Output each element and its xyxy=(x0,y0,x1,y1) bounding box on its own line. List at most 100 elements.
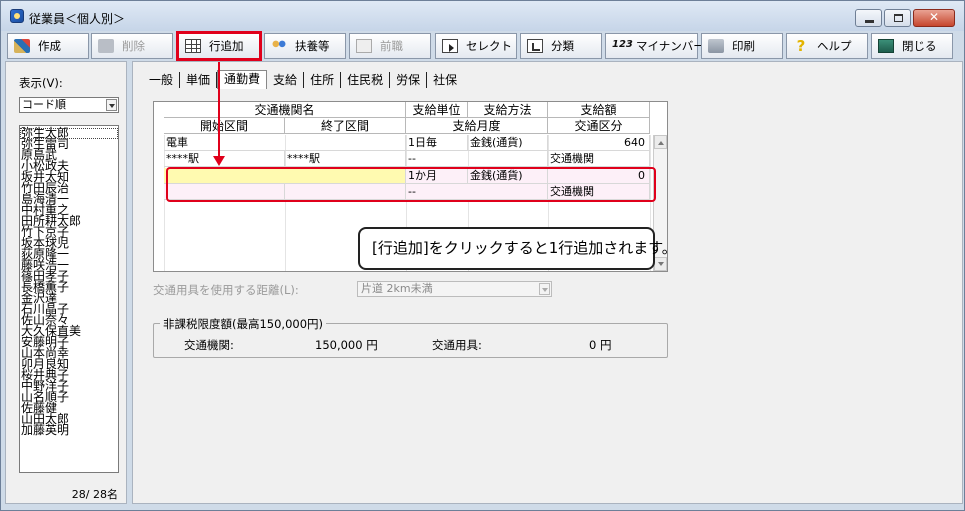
employee-list-panel: 表示(V): コード順 弥生太郎 弥生雷司 原島武 小松政夫 坂井太知 竹田辰治… xyxy=(5,61,127,504)
cell-end-section[interactable]: ****駅 xyxy=(285,151,406,167)
cell-end-section[interactable] xyxy=(285,184,406,200)
print-label: 印刷 xyxy=(732,39,755,53)
tab-commute[interactable]: 通勤費 xyxy=(217,70,268,89)
header-pay-amount: 支給額 xyxy=(548,102,650,118)
select-icon xyxy=(442,39,458,53)
trash-icon xyxy=(98,39,114,53)
table-icon xyxy=(185,39,201,53)
employee-count: 28/ 28名 xyxy=(71,488,118,501)
sort-order-value: コード順 xyxy=(22,98,66,111)
exit-icon xyxy=(878,39,894,53)
sort-order-select[interactable]: コード順 xyxy=(19,97,119,113)
branch-button[interactable]: 分類 xyxy=(520,33,602,59)
cell-pay-month[interactable]: -- xyxy=(406,184,548,200)
select-button[interactable]: セレクト xyxy=(435,33,517,59)
vehicle-value: 0 円 xyxy=(589,338,612,352)
chevron-down-icon[interactable] xyxy=(106,99,117,111)
arrow-line xyxy=(218,62,220,157)
create-button[interactable]: 作成 xyxy=(7,33,89,59)
tab-labor-insurance[interactable]: 労保 xyxy=(390,72,428,88)
toolbar: 作成 削除 行追加 扶養等 前職 セレクト 分類 123 マイナンバー 印刷 ?… xyxy=(3,31,962,61)
mynumber-icon: 123 xyxy=(612,39,633,50)
create-label: 作成 xyxy=(38,39,61,53)
header-transport-class: 交通区分 xyxy=(548,118,650,134)
tab-payment[interactable]: 支給 xyxy=(267,72,305,88)
cell-transport-class[interactable]: 交通機関 xyxy=(548,151,650,167)
transit-label: 交通機関: xyxy=(184,338,234,352)
header-pay-month: 支給月度 xyxy=(406,118,548,134)
display-label: 表示(V): xyxy=(19,76,63,90)
cell-transport-class[interactable]: 交通機関 xyxy=(548,184,650,200)
table-row[interactable]: ****駅 ****駅 -- 交通機関 xyxy=(154,151,654,167)
tab-bar: 一般 単価 通勤費 支給 住所 住民税 労保 社保 xyxy=(143,70,463,90)
detail-panel: 一般 単価 通勤費 支給 住所 住民税 労保 社保 交通機関名 支給単位 支給方… xyxy=(132,61,963,504)
distance-value: 片道 2km未満 xyxy=(361,282,433,295)
scroll-up-icon[interactable] xyxy=(654,135,667,149)
minimize-button[interactable] xyxy=(855,9,882,27)
add-row-label: 行追加 xyxy=(209,39,244,53)
employee-list[interactable]: 弥生太郎 弥生雷司 原島武 小松政夫 坂井太知 竹田辰治 島海清一 中村重之 田… xyxy=(19,125,119,473)
help-icon: ? xyxy=(796,37,806,55)
document-icon xyxy=(356,39,372,53)
header-pay-method: 支給方法 xyxy=(468,102,548,118)
printer-icon xyxy=(708,39,724,53)
chevron-down-icon[interactable] xyxy=(539,283,550,295)
tab-resident-tax[interactable]: 住民税 xyxy=(341,72,391,88)
delete-button[interactable]: 削除 xyxy=(91,33,173,59)
tab-address[interactable]: 住所 xyxy=(304,72,342,88)
maximize-icon xyxy=(894,14,903,22)
table-row-new[interactable]: -- 交通機関 xyxy=(154,184,654,200)
title-bar: 従業員＜個人別＞ ✕ xyxy=(1,1,964,31)
tax-exempt-limit-group: 非課税限度額(最高150,000円) 交通機関: 150,000 円 交通用具:… xyxy=(153,316,668,358)
minimize-icon xyxy=(865,20,874,23)
cell-pay-amount[interactable]: 640 xyxy=(548,135,650,151)
grid-header: 交通機関名 支給単位 支給方法 支給額 開始区間 終了区間 支給月度 交通区分 xyxy=(154,102,667,135)
cell-route-name[interactable]: 電車 xyxy=(164,135,406,151)
close-button[interactable]: 閉じる xyxy=(871,33,953,59)
arrow-down-icon xyxy=(213,156,225,166)
mynumber-label: マイナンバー xyxy=(636,39,705,53)
cell-pay-method[interactable]: 金銭(通貨) xyxy=(468,135,548,151)
employee-item[interactable]: 加藤英明 xyxy=(20,424,118,436)
print-button[interactable]: 印刷 xyxy=(701,33,783,59)
vehicle-label: 交通用具: xyxy=(432,338,482,352)
close-label: 閉じる xyxy=(902,39,937,53)
select-label: セレクト xyxy=(466,39,512,53)
table-row-new[interactable]: 1か月 金銭(通貨) 0 xyxy=(154,168,654,184)
dependents-button[interactable]: 扶養等 xyxy=(264,33,346,59)
app-icon xyxy=(10,9,24,23)
add-row-button[interactable]: 行追加 xyxy=(176,31,262,61)
help-button[interactable]: ? ヘルプ xyxy=(786,33,868,59)
cell-start-section[interactable] xyxy=(164,184,285,200)
tab-general[interactable]: 一般 xyxy=(143,72,181,88)
distance-select[interactable]: 片道 2km未満 xyxy=(357,281,552,297)
window-title: 従業員＜個人別＞ xyxy=(29,12,126,26)
cell-route-name[interactable] xyxy=(164,168,406,184)
mynumber-button[interactable]: 123 マイナンバー xyxy=(605,33,705,59)
prev-job-label: 前職 xyxy=(380,39,403,53)
cell-pay-unit[interactable]: 1日毎 xyxy=(406,135,468,151)
group-title: 非課税限度額(最高150,000円) xyxy=(160,316,327,332)
close-window-button[interactable]: ✕ xyxy=(913,9,955,27)
branch-icon xyxy=(527,39,543,53)
help-label: ヘルプ xyxy=(817,39,852,53)
delete-label: 削除 xyxy=(122,39,145,53)
annotation-callout: [行追加]をクリックすると1行追加されます。 xyxy=(358,227,677,270)
table-row[interactable]: 電車 1日毎 金銭(通貨) 640 xyxy=(154,135,654,151)
employee-window: 従業員＜個人別＞ ✕ 作成 削除 行追加 扶養等 前職 セレクト 分類 123 … xyxy=(0,0,965,511)
dependents-label: 扶養等 xyxy=(295,39,330,53)
branch-label: 分類 xyxy=(551,39,574,53)
cell-pay-unit[interactable]: 1か月 xyxy=(406,168,468,184)
cell-pay-method[interactable]: 金銭(通貨) xyxy=(468,168,548,184)
header-end-section: 終了区間 xyxy=(285,118,406,134)
maximize-button[interactable] xyxy=(884,9,911,27)
cell-pay-amount[interactable]: 0 xyxy=(548,168,650,184)
header-pay-unit: 支給単位 xyxy=(406,102,468,118)
header-start-section: 開始区間 xyxy=(164,118,285,134)
cell-pay-month[interactable]: -- xyxy=(406,151,548,167)
prev-job-button[interactable]: 前職 xyxy=(349,33,431,59)
transit-value: 150,000 円 xyxy=(315,338,378,352)
tab-social-insurance[interactable]: 社保 xyxy=(427,72,463,88)
tab-unit-price[interactable]: 単価 xyxy=(180,72,218,88)
pencil-icon xyxy=(14,39,30,53)
